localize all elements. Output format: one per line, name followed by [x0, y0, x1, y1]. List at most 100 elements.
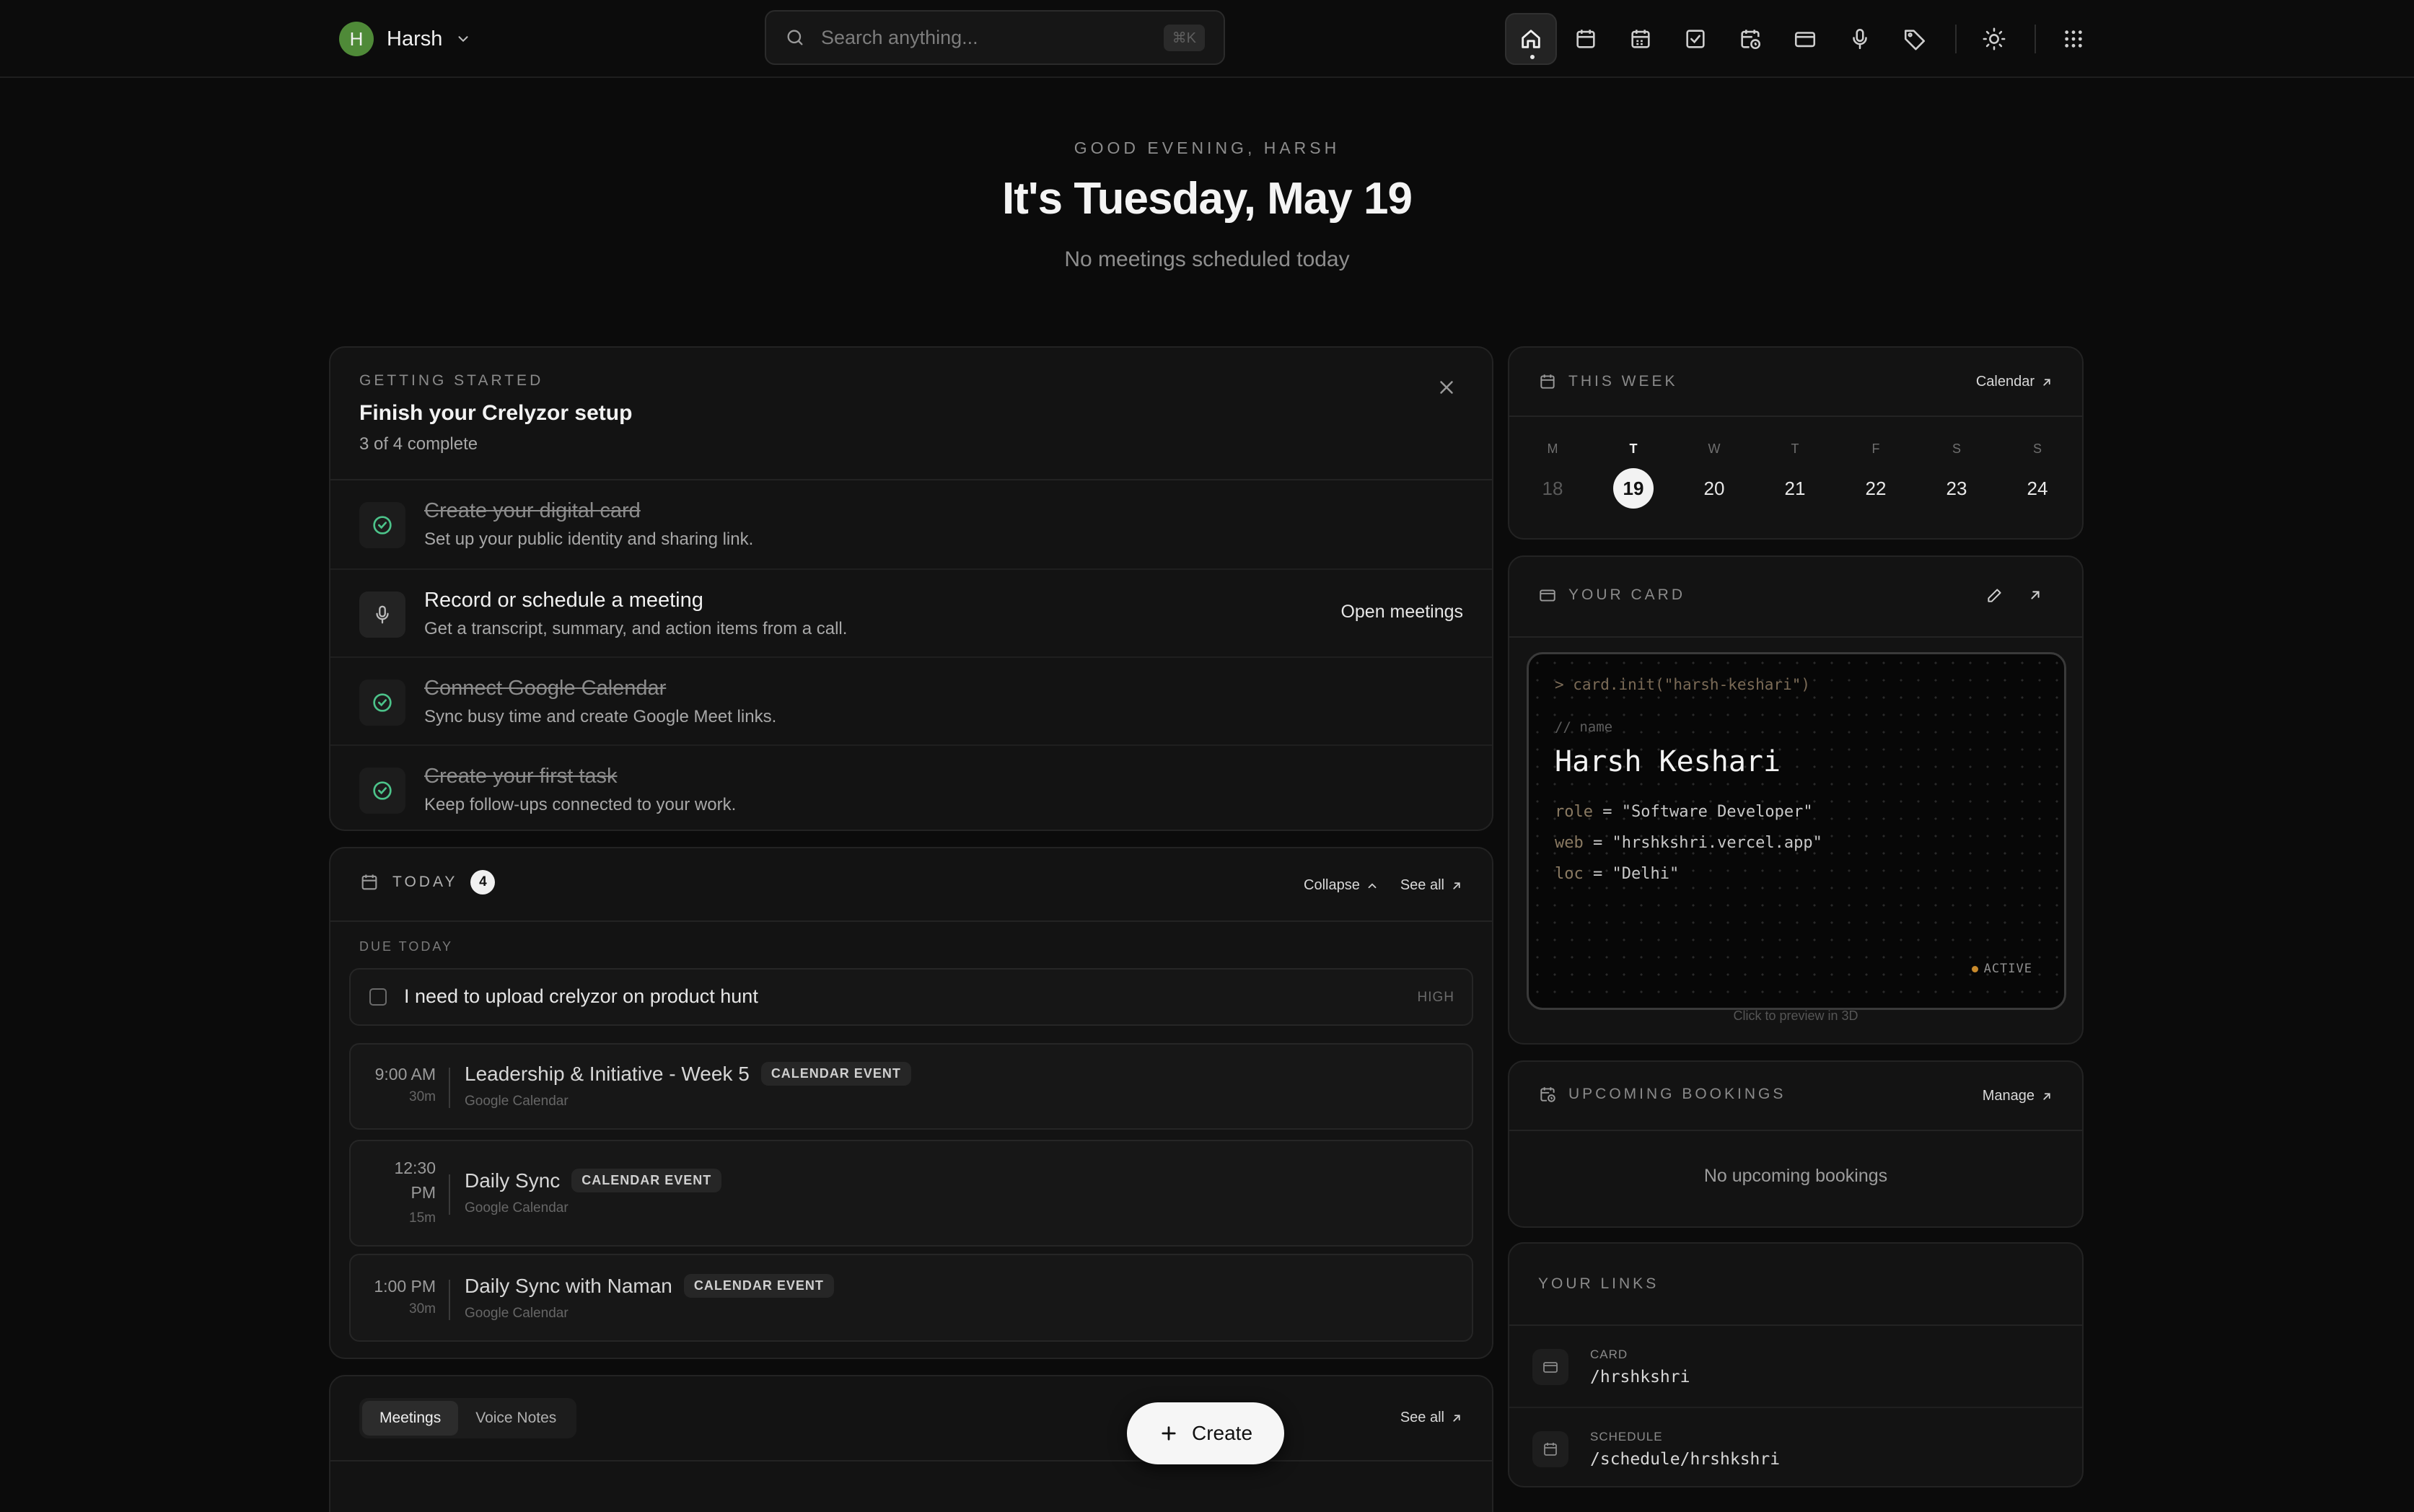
- page-title: It's Tuesday, May 19: [1002, 174, 1413, 224]
- event-title: Daily Sync: [465, 1169, 561, 1192]
- calendar-link[interactable]: Calendar: [1976, 374, 2053, 390]
- nav-schedule[interactable]: [1724, 13, 1776, 65]
- setup-item-meeting[interactable]: Record or schedule a meeting Get a trans…: [330, 570, 1492, 658]
- task-checkbox[interactable]: [369, 988, 387, 1006]
- link-item-key: SCHEDULE: [1590, 1430, 1663, 1443]
- today-actions: Collapse See all: [1304, 877, 1463, 894]
- tab-voice-notes[interactable]: Voice Notes: [458, 1401, 574, 1436]
- week-day-18[interactable]: M 18: [1531, 441, 1574, 509]
- greeting-subtitle: No meetings scheduled today: [1064, 247, 1350, 271]
- search-shortcut: ⌘K: [1163, 24, 1205, 51]
- theme-toggle[interactable]: [1968, 13, 2020, 65]
- week-day-23[interactable]: S 23: [1935, 441, 1978, 509]
- card-field-web: web = "hrshkshri.vercel.app": [1555, 834, 1822, 852]
- sun-icon: [1983, 27, 2006, 50]
- today-count-badge: 4: [470, 870, 496, 895]
- week-day-19[interactable]: T 19: [1612, 441, 1655, 509]
- card-name: Harsh Keshari: [1555, 745, 1781, 778]
- week-day-24[interactable]: S 24: [2016, 441, 2059, 509]
- setup-item-digital-card[interactable]: Create your digital card Set up your pub…: [330, 480, 1492, 568]
- card-field-loc: loc = "Delhi": [1555, 865, 1680, 883]
- week-day-number: 23: [1946, 478, 1967, 499]
- links-card: YOUR LINKS CARD /hrshkshri SCHEDULE /sch…: [1508, 1242, 2084, 1487]
- links-label: YOUR LINKS: [1538, 1275, 1659, 1292]
- create-button[interactable]: Create: [1127, 1402, 1284, 1464]
- week-label: THIS WEEK: [1568, 373, 1678, 390]
- today-see-all-link[interactable]: See all: [1400, 877, 1463, 894]
- event-item[interactable]: 1:00 PM 30m Daily Sync with Naman CALEND…: [349, 1254, 1473, 1342]
- task-check-icon: [1686, 30, 1705, 48]
- nav-divider: [2035, 25, 2036, 53]
- today-label: TODAY: [392, 874, 458, 890]
- calendar-icon: [361, 874, 377, 890]
- manage-label: Manage: [1982, 1088, 2035, 1104]
- event-title: Daily Sync with Naman: [465, 1274, 672, 1297]
- link-item-card[interactable]: CARD /hrshkshri: [1509, 1326, 2082, 1407]
- event-title-row: Daily Sync CALENDAR EVENT: [465, 1169, 722, 1192]
- link-item-value: /hrshkshri: [1590, 1368, 1690, 1386]
- setup-item-desc: Set up your public identity and sharing …: [424, 529, 754, 549]
- activity-see-all-link[interactable]: See all: [1400, 1410, 1463, 1426]
- your-card-header: YOUR CARD: [1538, 586, 1685, 605]
- card-icon: [1794, 32, 1816, 48]
- chevron-down-icon: [458, 36, 468, 43]
- week-day-number: 19: [1613, 468, 1654, 509]
- nav-divider: [1955, 25, 1957, 53]
- week-day-letter: S: [2032, 441, 2042, 456]
- setup-eyebrow: GETTING STARTED: [359, 372, 544, 389]
- bookings-card: UPCOMING BOOKINGS Manage No upcoming boo…: [1508, 1060, 2084, 1228]
- bookings-empty: No upcoming bookings: [1703, 1166, 1888, 1186]
- your-card-label: YOUR CARD: [1568, 586, 1686, 603]
- nav-cards[interactable]: [1779, 13, 1831, 65]
- plus-icon: [1162, 1426, 1176, 1441]
- nav-calendar[interactable]: [1560, 13, 1612, 65]
- your-card-panel: YOUR CARD > card.init("harsh-keshari") /…: [1508, 555, 2084, 1045]
- week-day-letter: M: [1547, 441, 1558, 456]
- nav-tasks[interactable]: [1669, 13, 1721, 65]
- event-item[interactable]: 12:30 PM 15m Daily Sync CALENDAR EVENT G…: [349, 1140, 1473, 1247]
- create-label: Create: [1191, 1422, 1253, 1444]
- setup-item-icon: [359, 680, 405, 726]
- task-item[interactable]: I need to upload crelyzor on product hun…: [349, 968, 1473, 1026]
- nav-home[interactable]: [1505, 13, 1557, 65]
- setup-item-first-task[interactable]: Create your first task Keep follow-ups c…: [330, 746, 1492, 830]
- card-command: > card.init("harsh-keshari"): [1555, 676, 1811, 693]
- event-item[interactable]: 9:00 AM 30m Leadership & Initiative - We…: [349, 1043, 1473, 1130]
- event-title-row: Leadership & Initiative - Week 5 CALENDA…: [465, 1062, 911, 1086]
- setup-item-title: Create your digital card: [424, 499, 641, 522]
- link-item-schedule[interactable]: SCHEDULE /schedule/hrshkshri: [1509, 1408, 2082, 1486]
- week-day-letter: W: [1708, 441, 1721, 456]
- nav-icons: [1505, 12, 2102, 66]
- apps-menu[interactable]: [2047, 13, 2099, 65]
- collapse-button[interactable]: Collapse: [1304, 877, 1379, 894]
- week-day-21[interactable]: T 21: [1773, 441, 1817, 509]
- event-badge: CALENDAR EVENT: [683, 1274, 834, 1298]
- this-week-card: THIS WEEK Calendar M 18 T 19 W 20 T 21 F…: [1508, 346, 2084, 540]
- event-time: 12:30: [394, 1159, 436, 1177]
- avatar: H: [339, 22, 374, 56]
- close-icon[interactable]: [1436, 377, 1457, 398]
- event-badge: CALENDAR EVENT: [760, 1062, 911, 1086]
- setup-item-google-calendar[interactable]: Connect Google Calendar Sync busy time a…: [330, 658, 1492, 746]
- card-icon: [1540, 589, 1555, 602]
- arrow-up-right-icon[interactable]: [2027, 587, 2043, 603]
- tab-meetings[interactable]: Meetings: [362, 1401, 459, 1436]
- open-meetings-button[interactable]: Open meetings: [1340, 602, 1463, 623]
- setup-item-icon: [359, 768, 405, 814]
- nav-tags[interactable]: [1889, 13, 1941, 65]
- link-item-value: /schedule/hrshkshri: [1590, 1450, 1781, 1469]
- week-day-20[interactable]: W 20: [1693, 441, 1736, 509]
- chevron-up-icon: [1368, 882, 1377, 888]
- due-today-label: DUE TODAY: [359, 939, 454, 954]
- event-title-row: Daily Sync with Naman CALENDAR EVENT: [465, 1274, 834, 1298]
- nav-calendar-grid[interactable]: [1615, 13, 1667, 65]
- week-day-22[interactable]: F 22: [1854, 441, 1897, 509]
- nav-voice[interactable]: [1834, 13, 1886, 65]
- week-day-number: 22: [1865, 478, 1887, 499]
- digital-card-preview[interactable]: > card.init("harsh-keshari") // name Har…: [1527, 652, 2066, 1010]
- edit-pencil-icon[interactable]: [1985, 586, 2004, 605]
- search-input[interactable]: Search anything... ⌘K: [765, 10, 1225, 65]
- setup-item-title: Create your first task: [424, 765, 618, 788]
- manage-bookings-link[interactable]: Manage: [1983, 1088, 2053, 1104]
- user-menu[interactable]: H Harsh: [339, 20, 471, 58]
